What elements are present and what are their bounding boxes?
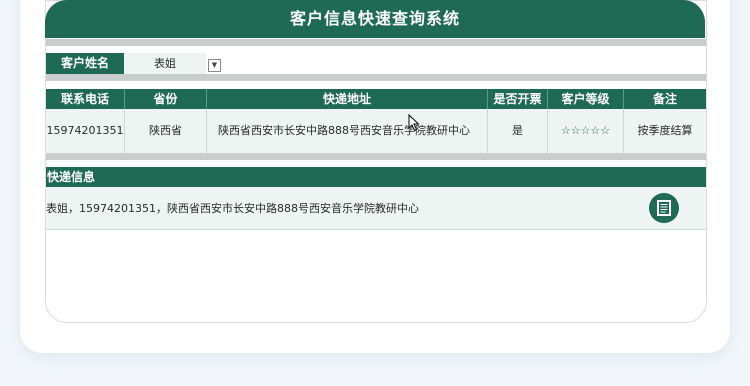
header-address: 快递地址: [207, 89, 488, 109]
header-province: 省份: [125, 89, 207, 109]
separator: [46, 74, 706, 81]
header-level: 客户等级: [548, 89, 624, 109]
cell-address[interactable]: 陕西省西安市长安中路888号西安音乐学院教研中心: [207, 109, 488, 153]
cell-phone[interactable]: 15974201351: [46, 109, 125, 153]
page-title: 客户信息快速查询系统: [45, 0, 705, 38]
header-note: 备注: [652, 92, 677, 106]
express-info-header: 快递信息: [46, 167, 706, 187]
separator: [46, 39, 706, 46]
customer-name-field[interactable]: 表姐: [124, 53, 206, 74]
customer-name-label: 客户姓名: [46, 53, 124, 74]
copy-button[interactable]: [649, 193, 679, 223]
table-header: 联系电话 省份 快递地址 是否开票 客户等级 备注: [46, 89, 706, 109]
chevron-down-icon[interactable]: ▼: [208, 59, 221, 72]
cell-level[interactable]: ☆☆☆☆☆: [548, 109, 624, 153]
header-invoice: 是否开票: [488, 89, 548, 109]
spreadsheet-area: 客户姓名 表姐 ▼ 联系电话 省份 快递地址 是否开票 客户等级 备注 1597…: [45, 0, 707, 323]
table-row: 15974201351 陕西省 陕西省西安市长安中路888号西安音乐学院教研中心…: [46, 109, 706, 153]
copy-document-icon: [657, 200, 671, 216]
mouse-cursor-icon: [408, 114, 420, 132]
cell-note[interactable]: 按季度结算: [624, 109, 706, 153]
cell-province[interactable]: 陕西省: [125, 109, 207, 153]
express-info-text[interactable]: 表姐，15974201351，陕西省西安市长安中路888号西安音乐学院教研中心: [46, 202, 419, 215]
header-phone: 联系电话: [46, 89, 125, 109]
cell-invoice[interactable]: 是: [488, 109, 548, 153]
express-info-row: 表姐，15974201351，陕西省西安市长安中路888号西安音乐学院教研中心: [46, 187, 706, 230]
separator: [46, 153, 706, 160]
